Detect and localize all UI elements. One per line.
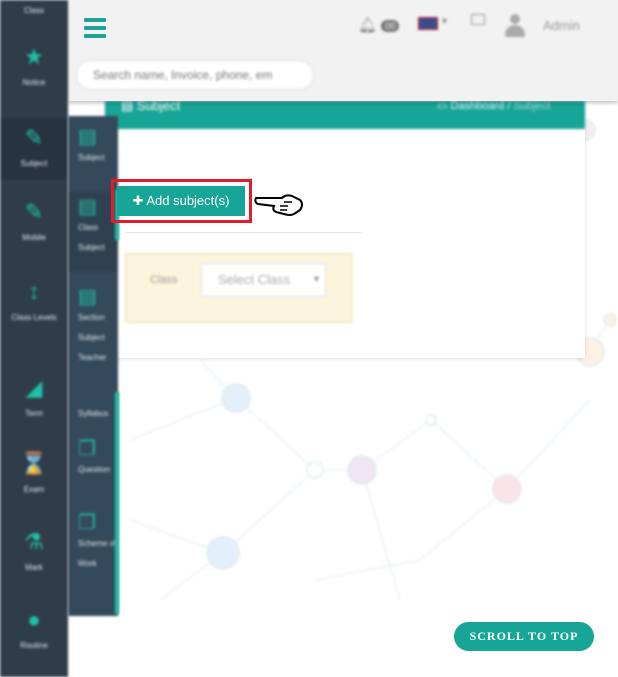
- sidebar-item-label: Routine: [20, 641, 48, 650]
- submenu-item-question[interactable]: ❐ Question: [68, 438, 118, 480]
- submenu-item-label: Class Subject: [78, 223, 105, 252]
- sidebar-item-mobile[interactable]: ✎ Mobile: [0, 200, 68, 248]
- sidebar-item-label: Exam: [23, 485, 45, 494]
- edit-icon: ✎: [24, 199, 44, 224]
- sidebar-item-mark[interactable]: ⚗ Mark: [0, 530, 68, 578]
- notification-bell[interactable]: 🔔︎ 00: [358, 16, 400, 34]
- sidebar-item-label: Term: [25, 409, 43, 418]
- submenu-active-indicator: [115, 392, 119, 614]
- breadcrumb-separator: /: [507, 100, 511, 112]
- files-icon: ❐: [78, 438, 96, 460]
- class-select[interactable]: Select Class ▾: [201, 263, 326, 297]
- submenu-item-label: Section Subject Teacher: [78, 313, 107, 362]
- sidebar-item-term[interactable]: ◢ Term: [0, 376, 68, 424]
- page-title: ▤ Subject: [121, 98, 181, 113]
- sidebar-item-label: Mobile: [22, 233, 46, 242]
- flask-icon: ⚗: [24, 529, 44, 554]
- sidebar-item-routine[interactable]: ● Routine: [0, 608, 68, 656]
- submenu-item-subject[interactable]: ▤ Subject: [68, 126, 118, 168]
- sidebar-item-label: Mark: [25, 563, 43, 572]
- mail-icon[interactable]: [471, 14, 485, 25]
- star-icon: ★: [24, 44, 44, 69]
- sidebar-item-subject[interactable]: ✎ Subject: [0, 118, 68, 180]
- class-label: Class: [150, 274, 178, 286]
- sidebar-item-label: Notice: [22, 78, 46, 87]
- chevron-down-icon: ▾: [313, 274, 319, 285]
- arrows-vertical-icon: ↕: [28, 279, 40, 304]
- sidebar-item-notice[interactable]: ★ Notice: [0, 45, 68, 93]
- submenu-item-label: Subject: [78, 153, 105, 162]
- add-subject-button[interactable]: ✚ Add subject(s): [117, 186, 245, 216]
- submenu-item-syllabus[interactable]: Syllabus: [68, 404, 118, 424]
- box-icon: ▤: [78, 286, 97, 308]
- circle-icon: ●: [27, 607, 41, 632]
- sidebar-item-label: Class Levels: [11, 313, 57, 322]
- scroll-to-top-button[interactable]: SCROLL TO TOP: [454, 622, 594, 651]
- submenu-item-scheme-of-work[interactable]: ❐ Scheme of Work: [68, 512, 118, 574]
- sidebar-item-exam[interactable]: ⌛ Exam: [0, 452, 68, 500]
- plus-icon: ✚: [132, 193, 147, 208]
- box-icon: ▤: [78, 126, 97, 148]
- hourglass-icon: ⌛: [20, 451, 48, 476]
- notification-badge: 00: [381, 20, 400, 33]
- laptop-icon: ▭: [437, 100, 451, 112]
- search-input[interactable]: [76, 60, 314, 90]
- submenu-item-label: Question: [78, 465, 111, 474]
- files-icon: ❐: [78, 512, 96, 534]
- sidebar-top-label: Class: [23, 6, 44, 15]
- pointing-hand-icon: [254, 194, 303, 216]
- panel-header: ▤ Subject ▭ Dashboard / Subject: [105, 98, 585, 129]
- avatar[interactable]: [505, 14, 525, 38]
- divider: [125, 232, 362, 233]
- breadcrumb: ▭ Dashboard / Subject: [437, 100, 551, 112]
- edit-icon: ✎: [24, 125, 44, 150]
- sidebar-item-class-levels[interactable]: ↕ Class Levels: [0, 280, 68, 328]
- language-flag-icon[interactable]: [418, 17, 438, 30]
- chevron-down-icon[interactable]: ▾: [442, 16, 447, 27]
- submenu-item-label: Syllabus: [78, 409, 109, 418]
- submenu-item-section-subject-teacher[interactable]: ▤ Section Subject Teacher: [68, 286, 118, 368]
- breadcrumb-current: Subject: [513, 100, 551, 112]
- submenu-item-label: Scheme of Work: [78, 539, 117, 568]
- main-sidebar: Class ★ Notice ✎ Subject ✎ Mobile ↕ Clas…: [0, 0, 68, 677]
- breadcrumb-dashboard[interactable]: Dashboard: [450, 100, 504, 112]
- sidebar-item-label: Subject: [20, 159, 48, 168]
- hamburger-menu-icon[interactable]: [84, 18, 106, 38]
- user-name[interactable]: Admin: [543, 18, 580, 33]
- chart-icon: ◢: [25, 375, 43, 400]
- bell-icon: 🔔︎: [358, 17, 378, 34]
